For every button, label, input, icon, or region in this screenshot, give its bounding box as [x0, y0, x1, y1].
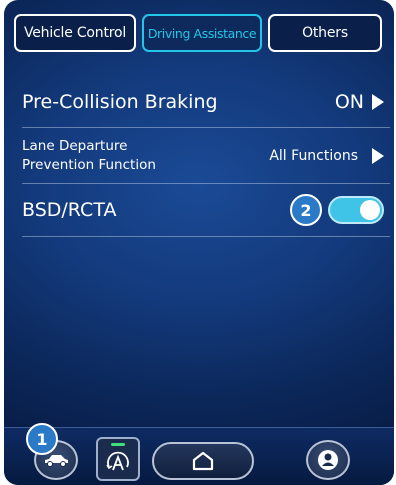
screen: Vehicle Control Driving Assistance Other… [4, 0, 394, 485]
bsd-rcta-toggle[interactable] [328, 196, 384, 224]
setting-value-text: All Functions [269, 147, 358, 164]
active-indicator [111, 443, 125, 446]
tab-vehicle-control[interactable]: Vehicle Control [14, 14, 136, 52]
setting-label-line2: Prevention Function [22, 157, 156, 173]
setting-value-text: ON [334, 91, 364, 113]
setting-lane-departure-prevention[interactable]: Lane Departure Prevention Function All F… [22, 134, 384, 178]
auto-mode-icon [106, 451, 129, 471]
setting-label: Pre-Collision Braking [22, 91, 218, 113]
setting-label: BSD/RCTA [22, 199, 117, 221]
divider [22, 236, 390, 237]
user-icon [318, 450, 338, 470]
car-icon [45, 455, 68, 467]
callout-badge-1: 1 [26, 423, 58, 455]
divider [22, 183, 390, 184]
callout-badge-2: 2 [290, 194, 322, 226]
setting-bsd-rcta: BSD/RCTA 2 [22, 192, 384, 228]
tab-driving-assistance[interactable]: Driving Assistance [142, 14, 262, 52]
setting-pre-collision-braking[interactable]: Pre-Collision Braking ON [22, 82, 384, 122]
setting-value: All Functions [269, 147, 384, 166]
toggle-knob [360, 200, 380, 220]
auto-mode-button[interactable] [96, 437, 140, 481]
arrow-right-icon [372, 148, 384, 164]
setting-value: 2 [290, 194, 384, 226]
home-button[interactable] [152, 442, 254, 480]
setting-label: Lane Departure Prevention Function [22, 137, 269, 175]
arrow-right-icon [372, 94, 384, 110]
home-icon [192, 451, 214, 471]
tab-bar: Vehicle Control Driving Assistance Other… [14, 14, 386, 54]
setting-label-line1: Lane Departure [22, 138, 128, 154]
tab-others[interactable]: Others [268, 14, 382, 52]
profile-button[interactable] [306, 440, 350, 480]
divider [22, 127, 390, 128]
setting-value: ON [335, 91, 384, 113]
